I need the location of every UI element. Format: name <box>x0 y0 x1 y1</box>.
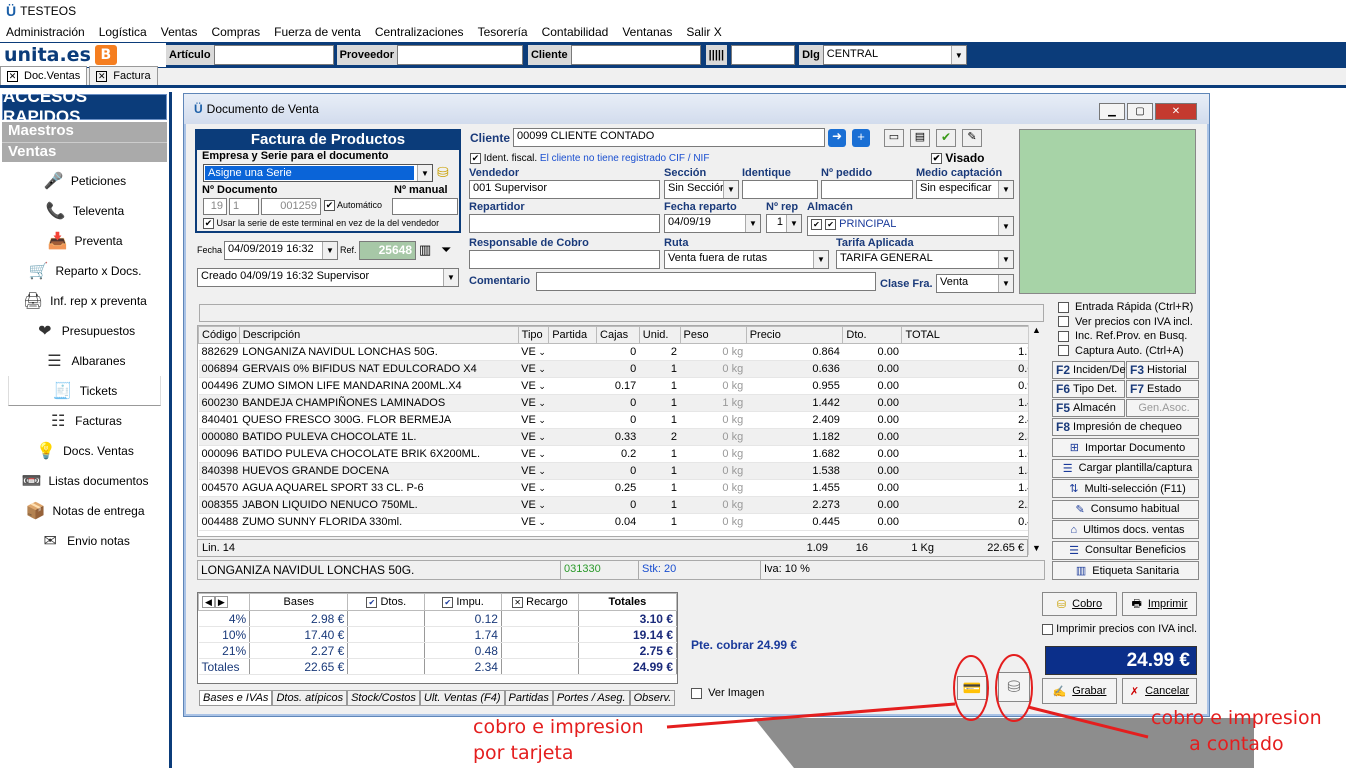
annotation-cash: cobro e impresion a contado <box>1151 707 1322 755</box>
annotation-overlay <box>666 654 1149 739</box>
cash-highlight-circle <box>995 654 1033 722</box>
card-annotation-arrow <box>666 702 956 729</box>
card-highlight-circle <box>953 655 989 721</box>
annotation-card: cobro e impresion por tarjeta <box>473 716 644 764</box>
cash-annotation-arrow <box>1027 705 1149 739</box>
